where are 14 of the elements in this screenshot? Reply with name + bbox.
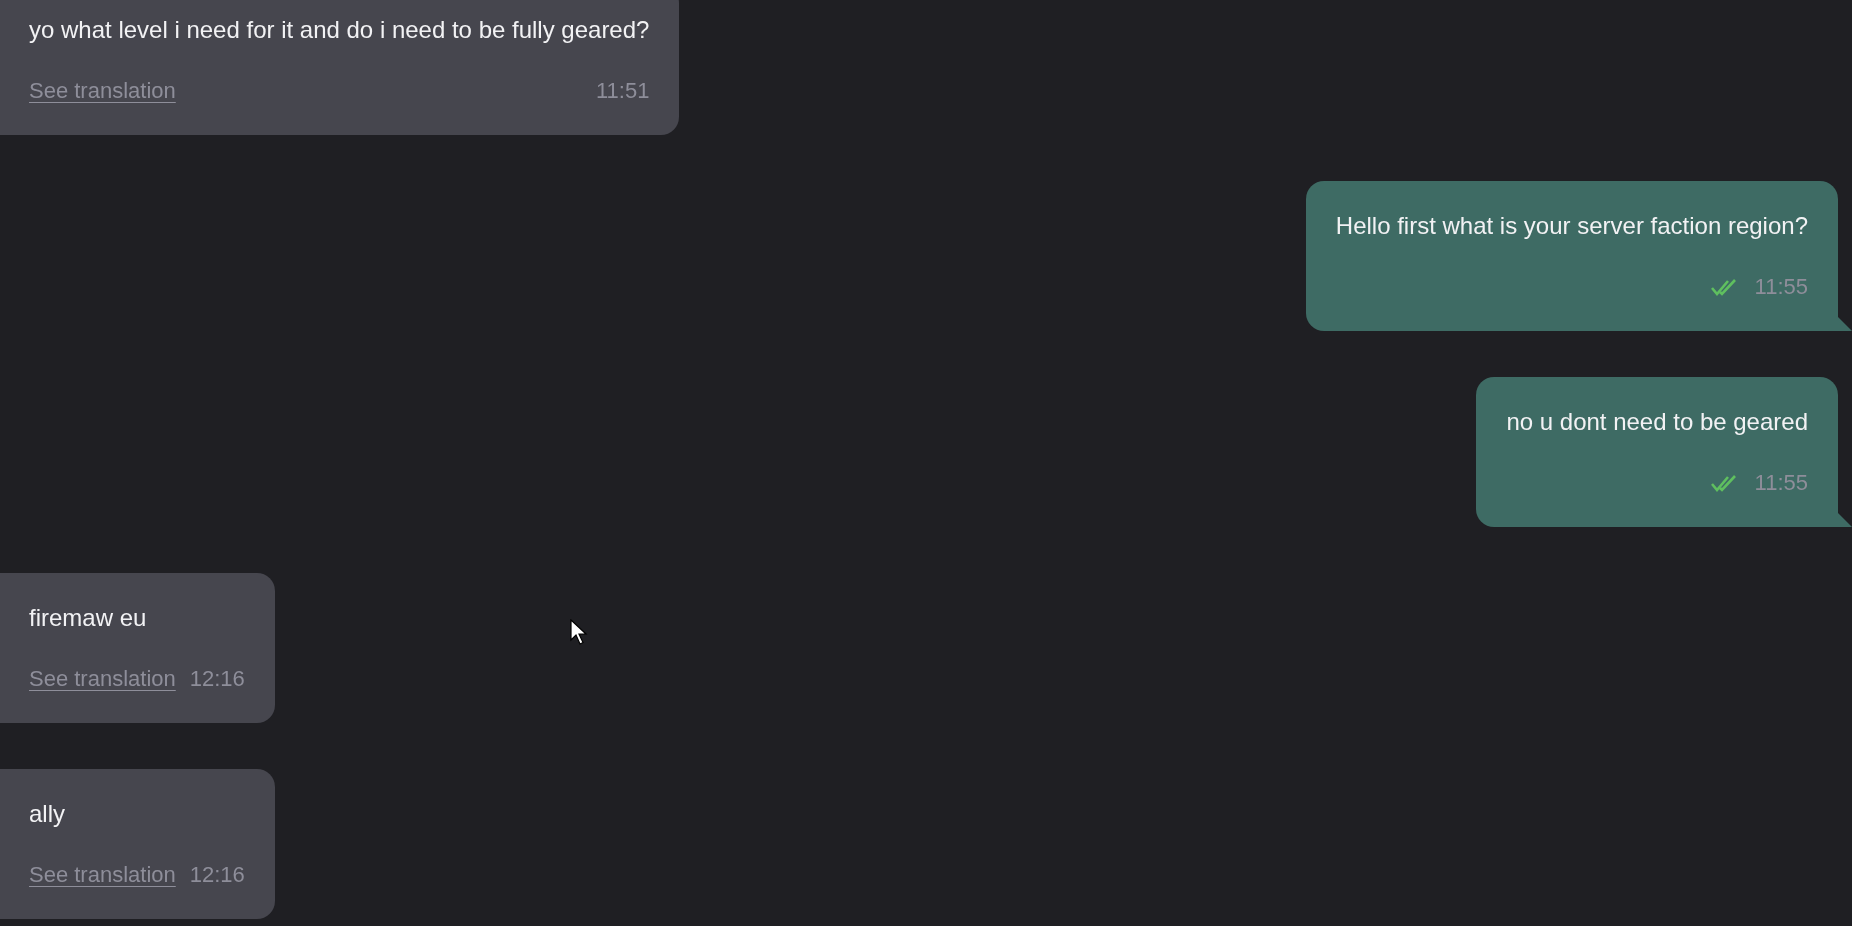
see-translation-link[interactable]: See translation [29, 860, 176, 890]
message-text: ally [29, 799, 66, 829]
pointer-icon [570, 619, 588, 645]
message-text: no u dont need to be geared [1506, 407, 1808, 437]
message-time: 11:51 [596, 77, 650, 105]
message-time: 11:55 [1754, 469, 1808, 497]
message-time: 12:16 [189, 665, 245, 693]
message-text: yo what level i need for it and do i need to be fully geared? [29, 15, 650, 45]
see-translation-link[interactable]: See translation [29, 76, 176, 106]
message-time: 12:16 [189, 861, 245, 889]
message-text: Hello first what is your server faction region? [1335, 211, 1808, 241]
see-translation-link[interactable]: See translation [29, 664, 176, 694]
message-text: firemaw eu [29, 603, 148, 633]
message-time: 11:55 [1754, 273, 1808, 301]
